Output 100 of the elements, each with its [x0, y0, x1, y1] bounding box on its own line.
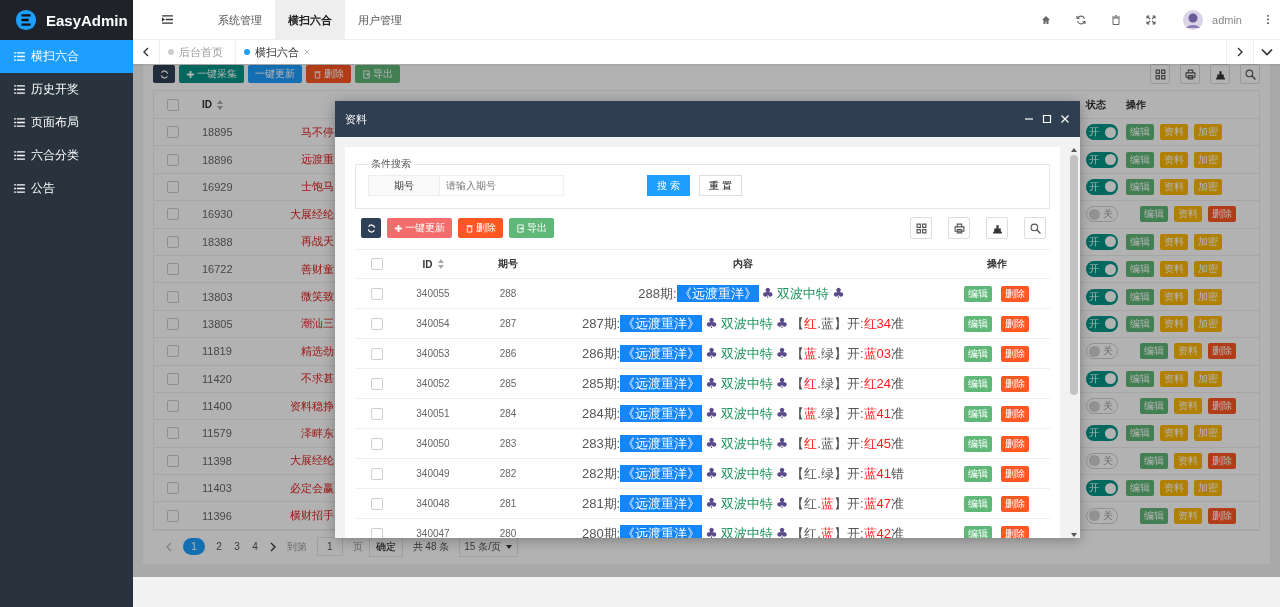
action-button[interactable]: 删除 [1001, 525, 1029, 538]
action-button[interactable]: 删除 [1001, 285, 1029, 302]
toggle-switch[interactable]: 开 [1086, 370, 1118, 387]
toolbar-button[interactable]: 删除 [306, 65, 351, 83]
checkbox[interactable] [167, 180, 179, 193]
menu-icon[interactable] [162, 15, 173, 24]
toggle-switch[interactable]: 开 [1086, 425, 1118, 442]
action-button[interactable]: 编辑 [1140, 206, 1168, 223]
sidebar-item[interactable]: 页面布局 [0, 106, 133, 139]
column-header[interactable]: ID [422, 258, 433, 270]
toolbar-button[interactable]: 一键更新 [387, 218, 452, 238]
toggle-switch[interactable]: 开 [1086, 151, 1118, 168]
next-page-icon[interactable] [269, 541, 277, 552]
checkbox[interactable] [167, 208, 179, 221]
checkbox[interactable] [371, 258, 383, 270]
action-button[interactable]: 编辑 [964, 435, 992, 452]
print-button[interactable] [1180, 64, 1200, 84]
print-button[interactable] [948, 217, 970, 239]
action-button[interactable]: 删除 [1208, 206, 1236, 223]
toolbar-button[interactable]: 导出 [355, 65, 400, 83]
toolbar-button[interactable]: 一键采集 [179, 65, 244, 83]
checkbox[interactable] [167, 290, 179, 303]
user-name[interactable]: admin [1212, 13, 1242, 26]
sidebar-item[interactable]: 六合分类 [0, 139, 133, 172]
refresh-button[interactable] [153, 65, 175, 83]
action-button[interactable]: 资料 [1174, 452, 1202, 469]
action-button[interactable]: 编辑 [964, 285, 992, 302]
toggle-switch[interactable]: 关 [1086, 507, 1118, 524]
checkbox[interactable] [371, 527, 383, 538]
action-button[interactable]: 资料 [1160, 178, 1188, 195]
action-button[interactable]: 资料 [1174, 343, 1202, 360]
action-button[interactable]: 编辑 [1140, 398, 1168, 415]
checkbox[interactable] [371, 497, 383, 510]
page-number[interactable]: 3 [233, 541, 241, 553]
action-button[interactable]: 编辑 [1140, 452, 1168, 469]
columns-button[interactable] [910, 217, 932, 239]
action-button[interactable]: 编辑 [964, 345, 992, 362]
action-button[interactable]: 资料 [1160, 315, 1188, 332]
action-button[interactable]: 资料 [1174, 206, 1202, 223]
action-button[interactable]: 删除 [1208, 507, 1236, 524]
action-button[interactable]: 编辑 [964, 525, 992, 538]
action-button[interactable]: 加密 [1194, 480, 1222, 497]
action-button[interactable]: 资料 [1160, 480, 1188, 497]
refresh-button[interactable] [361, 218, 381, 238]
action-button[interactable]: 资料 [1160, 233, 1188, 250]
toolbar-button[interactable]: 导出 [509, 218, 554, 238]
checkbox[interactable] [167, 98, 179, 111]
action-button[interactable]: 删除 [1001, 495, 1029, 512]
toggle-switch[interactable]: 关 [1086, 343, 1118, 360]
checkbox[interactable] [167, 126, 179, 139]
checkbox[interactable] [167, 263, 179, 276]
action-button[interactable]: 编辑 [1126, 261, 1154, 278]
action-button[interactable]: 资料 [1160, 425, 1188, 442]
action-button[interactable]: 资料 [1160, 261, 1188, 278]
action-button[interactable]: 编辑 [1126, 480, 1154, 497]
page-number[interactable]: 1 [183, 538, 205, 556]
toggle-switch[interactable]: 开 [1086, 124, 1118, 141]
checkbox[interactable] [371, 287, 383, 300]
action-button[interactable]: 加密 [1194, 233, 1222, 250]
action-button[interactable]: 加密 [1194, 425, 1222, 442]
scroll-down-icon[interactable] [1070, 532, 1078, 538]
checkbox[interactable] [371, 347, 383, 360]
sort-icon[interactable] [437, 259, 444, 269]
refresh-icon[interactable] [1076, 14, 1087, 25]
avatar[interactable] [1183, 9, 1204, 30]
export-button[interactable] [986, 217, 1008, 239]
page-number[interactable]: 4 [251, 541, 259, 553]
checkbox[interactable] [167, 345, 179, 358]
action-button[interactable]: 编辑 [1126, 233, 1154, 250]
toggle-switch[interactable]: 开 [1086, 315, 1118, 332]
toggle-switch[interactable]: 关 [1086, 398, 1118, 415]
toggle-switch[interactable]: 开 [1086, 288, 1118, 305]
action-button[interactable]: 编辑 [1126, 288, 1154, 305]
checkbox[interactable] [371, 377, 383, 390]
action-button[interactable]: 删除 [1001, 375, 1029, 392]
toggle-switch[interactable]: 开 [1086, 480, 1118, 497]
scrollbar[interactable] [1070, 147, 1078, 538]
action-button[interactable]: 编辑 [964, 495, 992, 512]
checkbox[interactable] [167, 454, 179, 467]
scroll-up-icon[interactable] [1070, 147, 1078, 153]
maximize-icon[interactable] [1042, 114, 1052, 124]
action-button[interactable]: 加密 [1194, 178, 1222, 195]
action-button[interactable]: 资料 [1160, 370, 1188, 387]
action-button[interactable]: 编辑 [1140, 343, 1168, 360]
action-button[interactable]: 资料 [1160, 288, 1188, 305]
trash-icon[interactable] [1111, 14, 1122, 25]
action-button[interactable]: 加密 [1194, 124, 1222, 141]
checkbox[interactable] [167, 372, 179, 385]
checkbox[interactable] [371, 467, 383, 480]
action-button[interactable]: 删除 [1208, 452, 1236, 469]
top-menu-tab[interactable]: 横扫六合 [275, 0, 345, 40]
search-button[interactable] [1024, 217, 1046, 239]
checkbox[interactable] [167, 400, 179, 413]
checkbox[interactable] [167, 427, 179, 440]
action-button[interactable]: 编辑 [1126, 124, 1154, 141]
action-button[interactable]: 编辑 [1140, 507, 1168, 524]
action-button[interactable]: 加密 [1194, 151, 1222, 168]
toggle-switch[interactable]: 开 [1086, 178, 1118, 195]
prev-page-icon[interactable] [165, 541, 173, 552]
toggle-switch[interactable]: 开 [1086, 233, 1118, 250]
